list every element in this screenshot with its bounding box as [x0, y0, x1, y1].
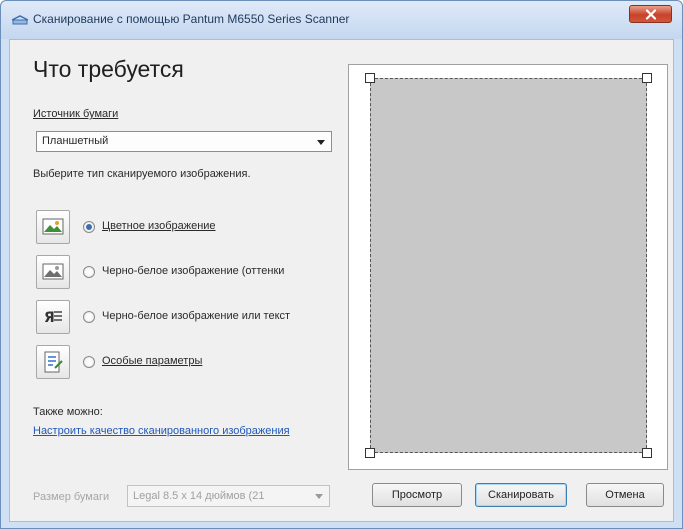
crop-handle-bottom-right[interactable] — [642, 448, 652, 458]
scanner-icon — [11, 15, 29, 25]
color-picture-button[interactable] — [36, 210, 70, 244]
close-icon — [645, 9, 657, 20]
scan-dialog-window: Сканирование с помощью Pantum M6550 Seri… — [0, 0, 683, 529]
color-picture-icon — [42, 218, 64, 235]
chevron-down-icon — [317, 140, 325, 145]
scan-type-option-custom[interactable]: Особые параметры — [36, 345, 336, 381]
paper-source-value: Планшетный — [42, 135, 109, 147]
grayscale-radio[interactable] — [83, 266, 95, 278]
svg-text:Я: Я — [44, 310, 55, 326]
bw-text-icon: Я — [44, 310, 62, 326]
paper-source-label: Источник бумаги — [33, 108, 119, 120]
color-radio[interactable] — [83, 221, 95, 233]
custom-settings-icon — [44, 351, 63, 373]
window-title: Сканирование с помощью Pantum M6550 Seri… — [33, 12, 350, 26]
scan-type-prompt: Выберите тип сканируемого изображения. — [33, 168, 251, 180]
color-option-label: Цветное изображение — [102, 220, 216, 232]
custom-settings-button[interactable] — [36, 345, 70, 379]
page-title: Что требуется — [33, 56, 184, 82]
page-size-select[interactable]: Legal 8.5 x 14 дюймов (21 — [127, 485, 330, 507]
also-label: Также можно: — [33, 406, 103, 418]
bw-text-radio[interactable] — [83, 311, 95, 323]
crop-handle-top-left[interactable] — [365, 73, 375, 83]
grayscale-option-label: Черно-белое изображение (оттенки — [102, 265, 285, 277]
dialog-body: Что требуется Источник бумаги Планшетный… — [9, 39, 674, 522]
custom-settings-option-label: Особые параметры — [102, 355, 203, 367]
grayscale-picture-button[interactable] — [36, 255, 70, 289]
scan-type-option-color[interactable]: Цветное изображение — [36, 210, 336, 246]
chevron-down-icon — [315, 494, 323, 499]
scan-button[interactable]: Сканировать — [475, 483, 567, 507]
scan-area-selection[interactable] — [370, 78, 647, 453]
crop-handle-top-right[interactable] — [642, 73, 652, 83]
custom-settings-radio[interactable] — [83, 356, 95, 368]
adjust-quality-link[interactable]: Настроить качество сканированного изобра… — [33, 424, 293, 438]
page-size-value: Legal 8.5 x 14 дюймов (21 — [133, 490, 265, 502]
grayscale-picture-icon — [42, 263, 64, 280]
title-bar[interactable]: Сканирование с помощью Pantum M6550 Seri… — [1, 1, 682, 39]
close-button[interactable] — [629, 5, 672, 23]
bw-text-option-label: Черно-белое изображение или текст — [102, 310, 291, 322]
scan-preview-pane — [348, 64, 668, 470]
scan-type-option-grayscale[interactable]: Черно-белое изображение (оттенки — [36, 255, 336, 291]
scan-type-option-text[interactable]: Я Черно-белое изображение или текст — [36, 300, 336, 336]
page-size-label: Размер бумаги — [33, 491, 110, 503]
bw-text-button[interactable]: Я — [36, 300, 70, 334]
preview-button[interactable]: Просмотр — [372, 483, 462, 507]
cancel-button[interactable]: Отмена — [586, 483, 664, 507]
paper-source-select[interactable]: Планшетный — [36, 131, 332, 152]
crop-handle-bottom-left[interactable] — [365, 448, 375, 458]
